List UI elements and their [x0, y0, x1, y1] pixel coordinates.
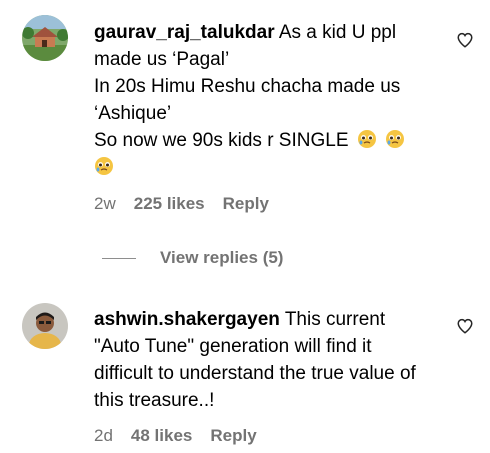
pleading-tear-face-emoji [386, 130, 405, 148]
avatar[interactable] [22, 15, 68, 61]
avatar[interactable] [22, 303, 68, 349]
comment-item: gaurav_raj_talukdar As a kid U ppl made … [0, 0, 490, 240]
comment-meta: 2d 48 likes Reply [94, 426, 275, 446]
view-replies-button[interactable]: View replies (5) [102, 248, 283, 268]
likes-count[interactable]: 48 likes [131, 426, 192, 446]
timestamp: 2d [94, 426, 113, 445]
likes-count[interactable]: 225 likes [134, 194, 205, 214]
reply-button[interactable]: Reply [210, 426, 256, 446]
comment-line-text: So now we 90s kids r SINGLE [94, 130, 349, 151]
heart-outline-icon[interactable] [456, 31, 474, 49]
view-replies-label: View replies (5) [160, 248, 284, 267]
reply-button[interactable]: Reply [223, 194, 269, 214]
comment-line: In 20s Himu Reshu chacha made us ‘Ashiqu… [94, 76, 401, 124]
comment-item: ashwin.shakergayen This current "Auto Tu… [0, 295, 490, 453]
comment-line: So now we 90s kids r SINGLE [94, 127, 440, 154]
pleading-tear-face-emoji [357, 130, 376, 148]
comment-meta: 2w 225 likes Reply [94, 194, 287, 214]
comment-line [94, 154, 440, 181]
username-link[interactable]: ashwin.shakergayen [94, 309, 280, 330]
divider-line [102, 257, 136, 259]
timestamp: 2w [94, 194, 116, 213]
pleading-tear-face-emoji [95, 157, 113, 175]
username-link[interactable]: gaurav_raj_talukdar [94, 22, 275, 43]
heart-outline-icon[interactable] [456, 317, 474, 335]
comment-text: gaurav_raj_talukdar As a kid U ppl made … [94, 19, 440, 181]
comment-text: ashwin.shakergayen This current "Auto Tu… [94, 306, 434, 414]
